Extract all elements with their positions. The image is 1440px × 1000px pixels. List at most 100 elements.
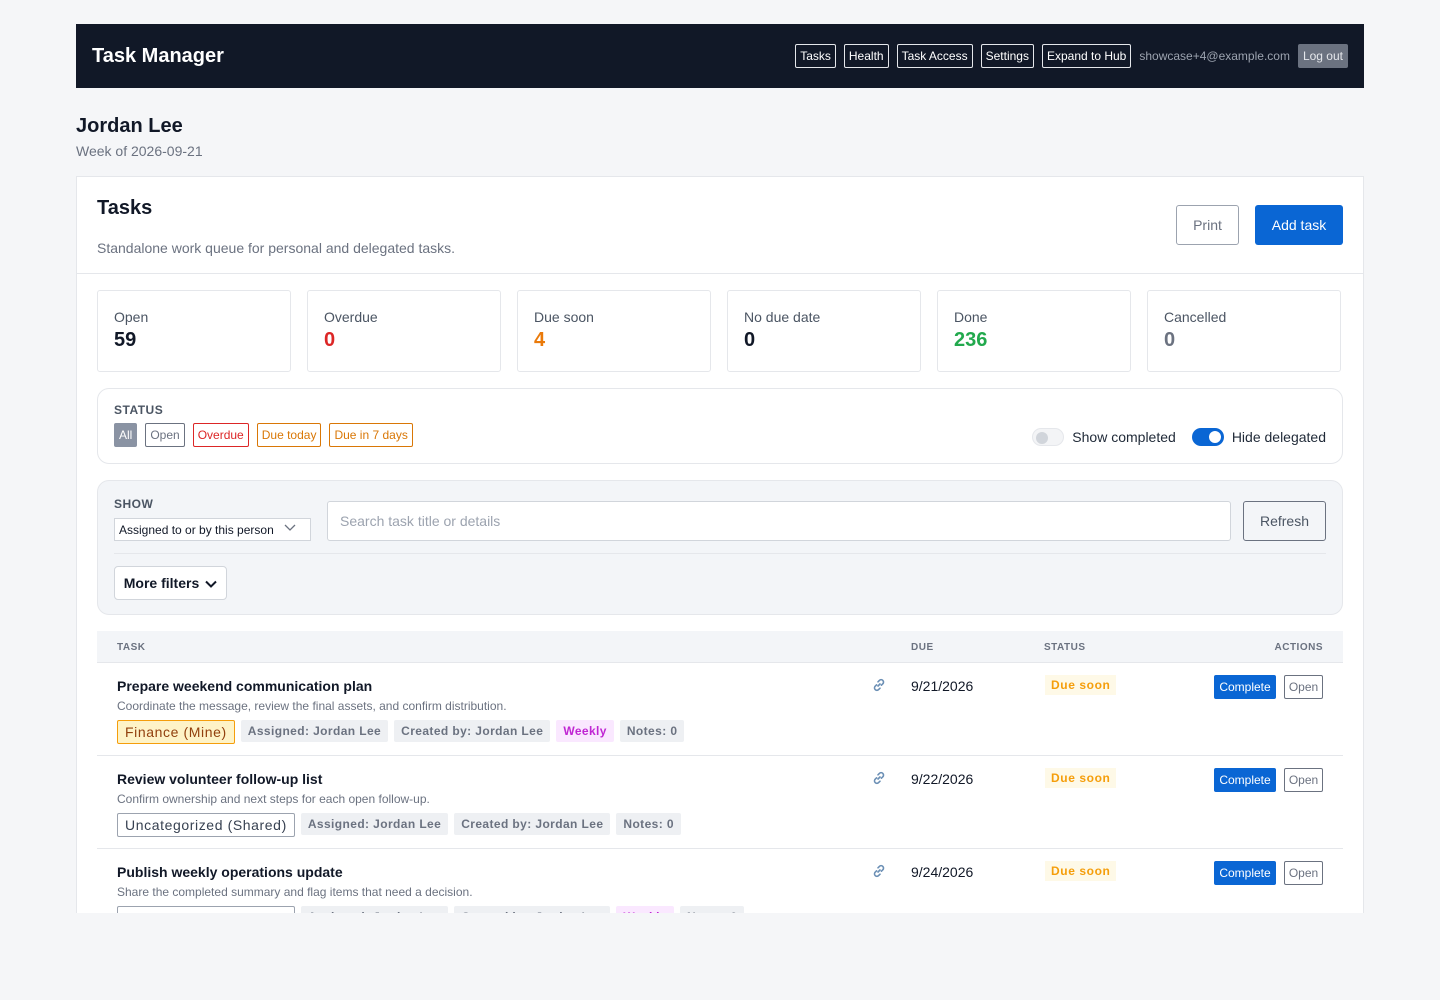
link-icon[interactable] <box>871 863 887 879</box>
table-header: TASK DUE STATUS ACTIONS <box>97 631 1343 663</box>
add-task-button[interactable]: Add task <box>1255 205 1343 245</box>
meta-tag: Notes: 0 <box>679 906 745 913</box>
open-button[interactable]: Open <box>1284 768 1323 792</box>
chevron-down-icon <box>284 524 296 535</box>
panel-header: Tasks Standalone work queue for personal… <box>77 177 1363 274</box>
chevron-down-icon <box>205 575 217 591</box>
stat-label: Done <box>954 309 988 325</box>
meta-tag: Created by: Jordan Lee <box>454 906 611 913</box>
show-select[interactable]: Assigned to or by this person <box>114 518 311 541</box>
stat-cancelled[interactable]: Cancelled 0 <box>1147 290 1341 372</box>
chip-due-7-days[interactable]: Due in 7 days <box>329 423 413 447</box>
complete-button[interactable]: Complete <box>1214 861 1276 885</box>
hide-delegated-toggle[interactable]: Hide delegated <box>1191 428 1326 446</box>
stat-no-due-date[interactable]: No due date 0 <box>727 290 921 372</box>
nav-task-access[interactable]: Task Access <box>896 44 973 68</box>
app-title: Task Manager <box>92 44 224 67</box>
more-filters-button[interactable]: More filters <box>114 566 227 600</box>
status-badge: Due soon <box>1045 675 1117 695</box>
task-tags: Uncategorized (Shared)Assigned: Jordan L… <box>117 813 681 837</box>
open-button[interactable]: Open <box>1284 675 1323 699</box>
meta-tag: Notes: 0 <box>616 813 681 835</box>
logout-button[interactable]: Log out <box>1297 44 1348 68</box>
open-button[interactable]: Open <box>1284 861 1323 885</box>
stat-value: 0 <box>744 329 756 351</box>
toggle-switch-off[interactable] <box>1032 428 1065 446</box>
stat-overdue[interactable]: Overdue 0 <box>307 290 501 372</box>
recurrence-tag: Weekly <box>616 906 674 913</box>
category-tag[interactable]: Uncategorized (Shared) <box>117 813 295 837</box>
complete-button[interactable]: Complete <box>1214 768 1276 792</box>
stat-label: No due date <box>744 309 821 325</box>
due-date: 9/21/2026 <box>911 678 974 694</box>
tasks-panel: Tasks Standalone work queue for personal… <box>76 176 1364 913</box>
nav-expand-to-hub[interactable]: Expand to Hub <box>1041 44 1132 68</box>
col-due: DUE <box>911 642 934 653</box>
stat-label: Overdue <box>324 309 378 325</box>
stat-done[interactable]: Done 236 <box>937 290 1131 372</box>
search-input[interactable] <box>327 501 1231 541</box>
meta-tag: Notes: 0 <box>619 720 685 742</box>
stat-label: Cancelled <box>1164 309 1227 325</box>
nav-health[interactable]: Health <box>843 44 889 68</box>
task-title[interactable]: Review volunteer follow-up list <box>117 771 322 787</box>
stat-open[interactable]: Open 59 <box>97 290 291 372</box>
category-tag[interactable]: Uncategorized (Shared) <box>117 906 295 913</box>
status-label: STATUS <box>114 403 164 417</box>
meta-tag: Created by: Jordan Lee <box>454 813 611 835</box>
divider <box>114 553 1326 554</box>
task-title[interactable]: Publish weekly operations update <box>117 864 343 880</box>
chip-due-today[interactable]: Due today <box>256 423 322 447</box>
col-actions: ACTIONS <box>1274 642 1323 653</box>
stat-value: 236 <box>954 329 988 351</box>
panel-subtitle: Standalone work queue for personal and d… <box>97 240 456 256</box>
table-row[interactable]: Prepare weekend communication plan Coord… <box>97 663 1343 756</box>
stat-value: 0 <box>1164 329 1176 351</box>
chip-overdue[interactable]: Overdue <box>192 423 249 447</box>
stat-value: 0 <box>324 329 336 351</box>
nav-tasks[interactable]: Tasks <box>795 44 836 68</box>
person-name: Jordan Lee <box>76 115 183 137</box>
task-tags: Uncategorized (Shared)Assigned: Jordan L… <box>117 906 745 913</box>
task-description: Confirm ownership and next steps for eac… <box>117 792 430 806</box>
print-button[interactable]: Print <box>1176 205 1239 245</box>
refresh-button[interactable]: Refresh <box>1243 501 1326 541</box>
hide-delegated-label: Hide delegated <box>1231 429 1326 445</box>
stat-value: 4 <box>534 329 546 351</box>
top-nav: Tasks Health Task Access Settings Expand… <box>795 44 1348 68</box>
more-filters-label: More filters <box>123 575 200 591</box>
nav-settings[interactable]: Settings <box>980 44 1034 68</box>
meta-tag: Assigned: Jordan Lee <box>300 813 449 835</box>
tasks-table: TASK DUE STATUS ACTIONS Prepare weekend … <box>97 631 1343 913</box>
category-tag[interactable]: Finance (Mine) <box>117 720 235 744</box>
table-row[interactable]: Publish weekly operations update Share t… <box>97 849 1343 913</box>
stats-row: Open 59 Overdue 0 Due soon 4 No due date… <box>77 274 1363 372</box>
status-badge: Due soon <box>1045 768 1117 788</box>
complete-button[interactable]: Complete <box>1214 675 1276 699</box>
stat-due-soon[interactable]: Due soon 4 <box>517 290 711 372</box>
status-badge: Due soon <box>1045 861 1117 881</box>
col-task: TASK <box>117 642 146 653</box>
show-completed-label: Show completed <box>1072 429 1176 445</box>
person-header: Jordan Lee Week of 2026-09-21 <box>76 115 1364 159</box>
table-row[interactable]: Review volunteer follow-up list Confirm … <box>97 756 1343 849</box>
due-date: 9/24/2026 <box>911 864 974 880</box>
show-select-value: Assigned to or by this person <box>119 522 274 537</box>
top-bar: Task Manager Tasks Health Task Access Se… <box>76 24 1364 88</box>
stat-label: Open <box>114 309 149 325</box>
task-description: Share the completed summary and flag ite… <box>117 885 473 899</box>
stat-value: 59 <box>114 329 137 351</box>
chip-all[interactable]: All <box>114 423 138 447</box>
show-filter: SHOW Assigned to or by this person Refre… <box>97 480 1343 615</box>
task-tags: Finance (Mine) Assigned: Jordan Lee Create… <box>117 720 685 744</box>
link-icon[interactable] <box>871 677 887 693</box>
toggle-switch-on[interactable] <box>1191 428 1224 446</box>
user-email: showcase+4@example.com <box>1139 49 1290 63</box>
task-title[interactable]: Prepare weekend communication plan <box>117 678 372 694</box>
show-completed-toggle[interactable]: Show completed <box>1032 428 1176 446</box>
chip-open[interactable]: Open <box>145 423 185 447</box>
status-filter: STATUS All Open Overdue Due today Due in… <box>97 388 1343 464</box>
week-label: Week of 2026-09-21 <box>76 143 203 159</box>
col-status: STATUS <box>1044 642 1086 653</box>
link-icon[interactable] <box>871 770 887 786</box>
